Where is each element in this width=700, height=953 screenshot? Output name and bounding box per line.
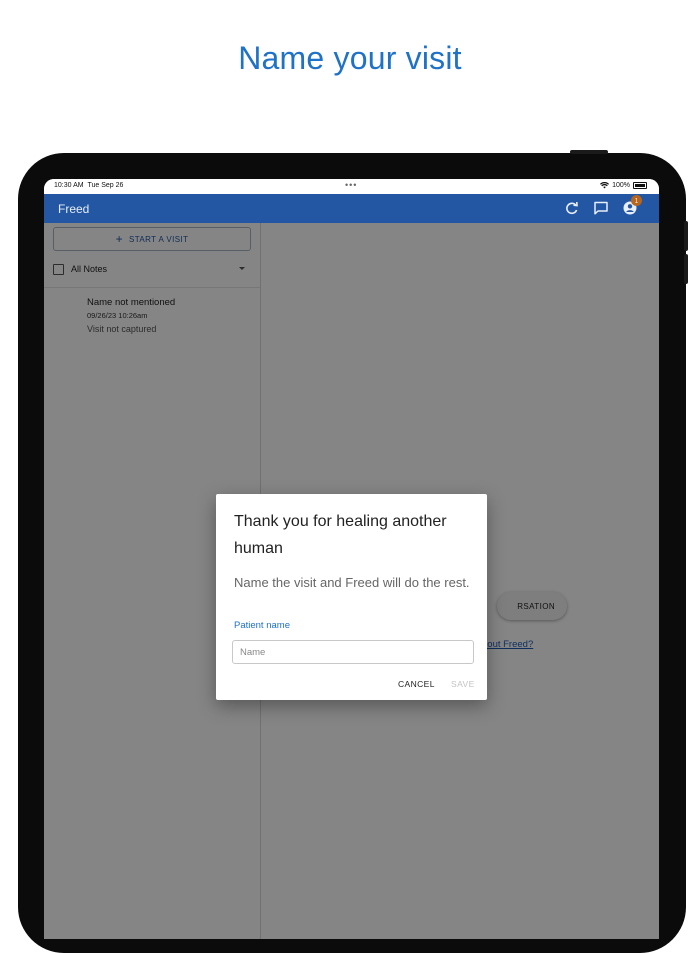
svg-text:1: 1 [635, 198, 639, 205]
save-button[interactable]: SAVE [451, 679, 475, 689]
notification-badge: 1 [631, 195, 642, 206]
app-title: Freed [58, 202, 90, 216]
chat-icon[interactable] [593, 200, 609, 216]
multitask-dots[interactable]: ••• [345, 180, 357, 190]
device-top-button [570, 150, 608, 154]
cancel-button[interactable]: CANCEL [398, 679, 435, 689]
patient-name-input[interactable] [232, 640, 474, 664]
device-volume-up-button [684, 221, 688, 251]
wifi-icon [600, 182, 610, 189]
patient-name-label: Patient name [234, 620, 290, 631]
marketing-headline: Name your visit [238, 40, 462, 76]
status-time: 10:30 AM Tue Sep 26 [54, 182, 124, 189]
device-volume-down-button [684, 254, 688, 284]
status-bar: 10:30 AM Tue Sep 26 ••• 100% [44, 179, 659, 194]
refresh-icon[interactable] [564, 200, 580, 216]
dialog-title: Thank you for healing another human [234, 513, 447, 557]
app-bar: Freed 1 [44, 194, 659, 223]
dialog-body: Name the visit and Freed will do the res… [234, 575, 470, 590]
name-visit-dialog: Thank you for healing another human Name… [216, 494, 487, 700]
battery-icon [633, 182, 647, 189]
battery-percent: 100% [612, 182, 630, 189]
status-right: 100% [600, 182, 647, 189]
